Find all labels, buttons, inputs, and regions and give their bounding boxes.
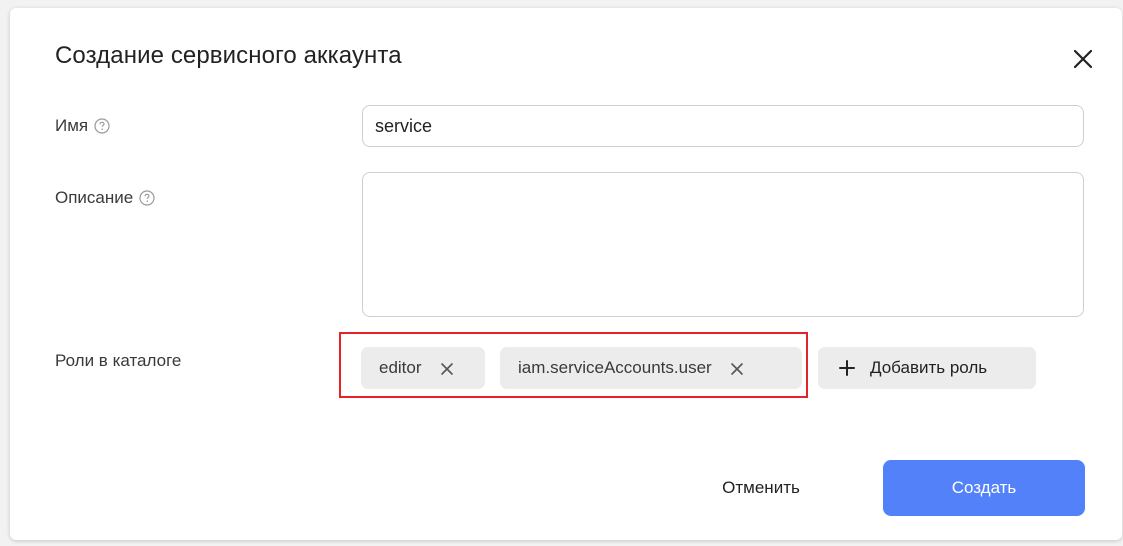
role-chip-editor: editor [361, 347, 485, 389]
name-input[interactable]: service [362, 105, 1084, 147]
role-chip-label: editor [379, 358, 422, 377]
close-icon[interactable] [1070, 46, 1096, 72]
roles-label: Роли в каталоге [55, 351, 182, 370]
plus-icon [838, 359, 856, 377]
close-icon[interactable] [730, 361, 744, 375]
description-textarea[interactable] [362, 172, 1084, 317]
description-label: Описание [55, 188, 134, 207]
name-label: Имя [55, 116, 89, 135]
help-circle-icon[interactable] [139, 190, 155, 206]
role-chip-label: iam.serviceAccounts.user [518, 358, 712, 377]
create-button[interactable]: Создать [883, 460, 1085, 516]
add-role-label: Добавить роль [870, 358, 988, 377]
cancel-button[interactable]: Отменить [696, 460, 826, 516]
close-icon[interactable] [440, 361, 454, 375]
help-circle-icon[interactable] [94, 118, 110, 134]
cancel-button-label: Отменить [722, 478, 800, 497]
role-chip-iam-serviceaccounts-user: iam.serviceAccounts.user [500, 347, 802, 389]
create-button-label: Создать [951, 478, 1017, 497]
create-service-account-dialog: Создание сервисного аккаунта Имя service… [10, 8, 1122, 540]
name-label-row: Имя [55, 116, 110, 136]
description-label-row: Описание [55, 188, 155, 208]
dialog-title: Создание сервисного аккаунта [55, 42, 402, 69]
name-input-value: service [375, 115, 433, 136]
roles-label-row: Роли в каталоге [55, 351, 181, 371]
add-role-button[interactable]: Добавить роль [818, 347, 1036, 389]
